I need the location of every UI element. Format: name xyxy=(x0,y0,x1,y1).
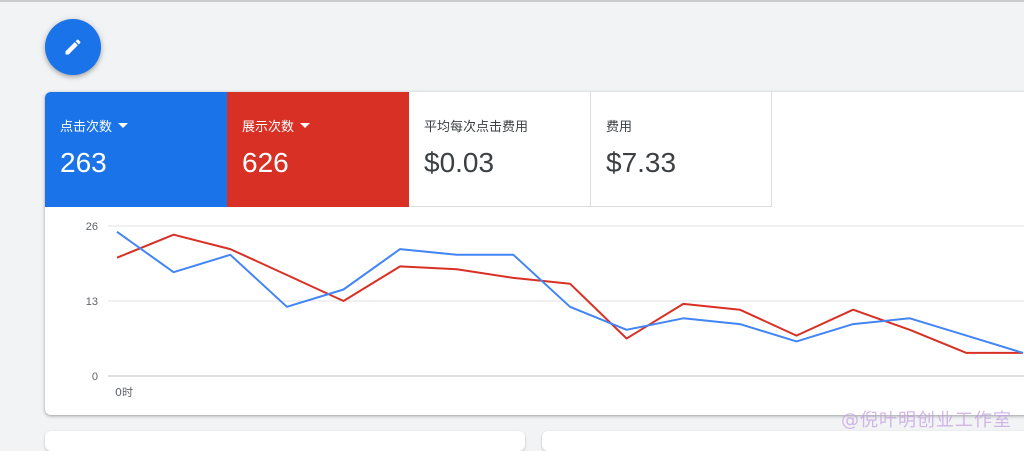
series-line-impressions xyxy=(116,233,1023,354)
performance-card: 点击次数 263 展示次数 626 平均每次点击费用 $0.03 费用 $7.3… xyxy=(45,92,1024,415)
y-tick-label: 13 xyxy=(86,296,98,308)
pencil-icon xyxy=(65,39,81,55)
series-line-clicks xyxy=(116,230,1024,354)
performance-line-chart: 26 13 0 0时 xyxy=(86,221,1024,399)
top-border xyxy=(0,0,1024,2)
y-tick-label: 26 xyxy=(86,221,98,233)
bottom-card-right xyxy=(542,431,1024,451)
watermark-text: @倪叶明创业工作室 xyxy=(841,410,1012,431)
x-tick-label: 0时 xyxy=(115,386,133,399)
y-tick-label: 0 xyxy=(92,371,98,383)
edit-button[interactable] xyxy=(45,19,101,75)
bottom-card-left xyxy=(45,431,525,451)
